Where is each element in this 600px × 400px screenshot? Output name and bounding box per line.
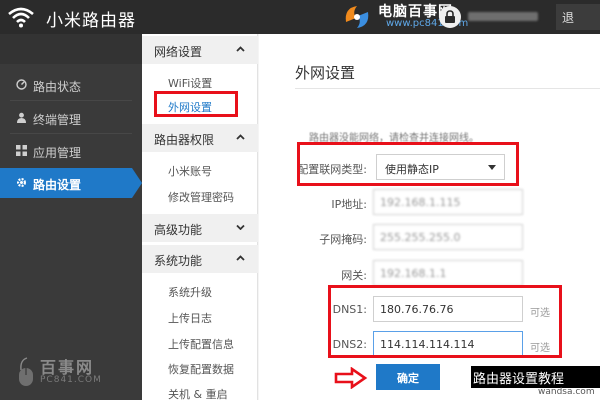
submenu-item-label: 系统升级 — [168, 286, 212, 299]
chevron-up-icon — [236, 255, 245, 261]
gauge-icon — [16, 79, 27, 90]
sidebar-item-devices[interactable]: 终端管理 — [0, 103, 142, 133]
subnet-mask-input[interactable]: 255.255.255.0 — [373, 224, 523, 250]
main-content: 外网设置 路由器没能网络，请检查并连接网线。 配置联网类型: 使用静态IP IP… — [259, 34, 600, 400]
wifi-icon — [8, 7, 34, 28]
submenu-item-label: 恢复配置数据 — [168, 363, 234, 376]
sidebar-item-label: 路由状态 — [33, 80, 82, 94]
highlight-box — [297, 142, 519, 186]
submenu-group-label: 系统功能 — [154, 254, 203, 268]
mouse-icon — [19, 357, 33, 386]
account-name — [468, 12, 538, 21]
submenu-item-mi-account[interactable]: 小米账号 — [142, 158, 258, 182]
submenu-item-upgrade[interactable]: 系统升级 — [142, 279, 258, 303]
submenu-group-label: 网络设置 — [154, 45, 203, 59]
brand-url: PC841.COM — [40, 375, 102, 385]
chevron-down-icon — [236, 224, 245, 230]
submenu-item-shutdown-reboot[interactable]: 关机 & 重启 — [142, 381, 258, 400]
submenu-item-label: 上传配置信息 — [168, 338, 234, 351]
gear-icon — [16, 177, 27, 188]
submenu-group-permissions[interactable]: 路由器权限 — [142, 124, 258, 152]
submenu-item-label: WiFi设置 — [168, 77, 213, 90]
chevron-up-icon — [236, 46, 245, 52]
submenu-group-label: 高级功能 — [154, 223, 203, 237]
sidebar-item-router-settings[interactable]: 路由设置 — [0, 168, 142, 198]
pointer-arrow-icon — [334, 367, 368, 389]
submenu-group-network[interactable]: 网络设置 — [142, 36, 258, 64]
active-pointer — [132, 168, 142, 198]
title-divider — [295, 88, 600, 89]
app-header: 小米路由器 电脑百事网 www.pc841.com 退 — [0, 0, 600, 34]
gateway-label: 网关: — [341, 269, 367, 282]
submenu-item-change-password[interactable]: 修改管理密码 — [142, 184, 258, 208]
page-title: 外网设置 — [295, 64, 356, 82]
watermark-logo-icon — [345, 6, 369, 28]
gateway-input[interactable]: 192.168.1.1 — [373, 260, 523, 286]
settings-submenu: 网络设置 WiFi设置 外网设置 路由器权限 小米账号 修改管理密码 高级功能 … — [142, 34, 258, 400]
highlight-box — [328, 285, 562, 358]
app-title: 小米路由器 — [46, 11, 136, 31]
sidebar-item-label: 应用管理 — [33, 146, 82, 160]
highlight-box — [154, 91, 238, 117]
caption-site: wandsa.com — [538, 387, 595, 397]
caption-banner: 路由器设置教程 — [471, 366, 600, 388]
sidebar-top-band — [0, 34, 142, 64]
chevron-up-icon — [236, 134, 245, 140]
lock-icon — [445, 10, 455, 23]
brand-logo: 百事网 PC841.COM — [16, 354, 136, 394]
account-avatar[interactable] — [439, 6, 461, 28]
submenu-item-label: 修改管理密码 — [168, 191, 234, 204]
sidebar-item-apps[interactable]: 应用管理 — [0, 136, 142, 166]
sidebar-item-label: 路由设置 — [33, 178, 82, 192]
grid-icon — [16, 145, 27, 156]
sidebar-item-label: 终端管理 — [33, 113, 82, 127]
submenu-group-advanced[interactable]: 高级功能 — [142, 214, 258, 242]
submenu-item-upload-log[interactable]: 上传日志 — [142, 305, 258, 329]
ip-input[interactable]: 192.168.1.115 — [373, 189, 523, 215]
sidebar-divider — [10, 100, 132, 101]
logout-button[interactable]: 退 — [556, 4, 600, 30]
submenu-item-restore-config[interactable]: 恢复配置数据 — [142, 356, 258, 380]
main-sidebar: 路由状态 终端管理 应用管理 路由设置 百事网 PC841.COM — [0, 34, 142, 400]
submenu-item-label: 上传日志 — [168, 312, 212, 325]
mask-label: 子网掩码: — [319, 233, 367, 246]
submenu-item-label: 小米账号 — [168, 165, 212, 178]
sidebar-item-router-status[interactable]: 路由状态 — [0, 70, 142, 100]
sidebar-divider — [10, 133, 132, 134]
ip-label: IP地址: — [331, 198, 367, 211]
submenu-item-upload-config[interactable]: 上传配置信息 — [142, 331, 258, 355]
submenu-group-label: 路由器权限 — [154, 133, 215, 147]
submenu-group-system[interactable]: 系统功能 — [142, 245, 258, 273]
confirm-button[interactable]: 确定 — [376, 364, 440, 390]
submenu-item-label: 关机 & 重启 — [168, 388, 228, 400]
user-icon — [17, 112, 26, 123]
